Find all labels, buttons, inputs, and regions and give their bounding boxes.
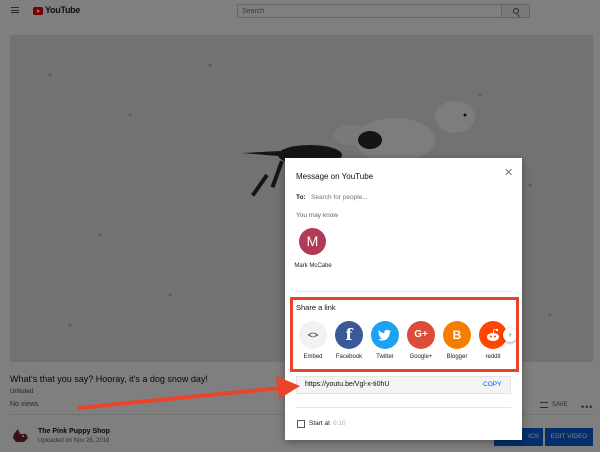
annotation-arrow bbox=[77, 376, 300, 410]
